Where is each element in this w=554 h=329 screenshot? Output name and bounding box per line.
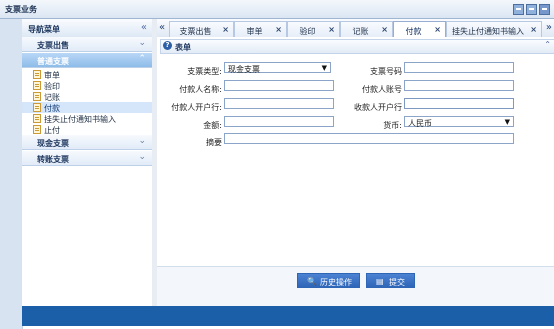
sidebar-item-loss-notice[interactable]: 挂失止付通知书输入: [22, 113, 152, 124]
form-footer: 🔍 历史操作 ▤ 提交: [157, 266, 554, 307]
close-icon[interactable]: ×: [275, 25, 282, 34]
sidebar-title: 导航菜单: [28, 25, 60, 34]
search-icon: 🔍: [307, 277, 317, 286]
window-titlebar: 支票业务: [0, 0, 554, 19]
chevron-down-icon[interactable]: ⌄: [138, 38, 146, 48]
form-title: 表单: [175, 43, 191, 52]
sidebar-item-seal-verify[interactable]: 验印: [22, 80, 152, 91]
payer-name-label: 付款人名称:: [179, 85, 222, 94]
tab-label: 支票出售: [179, 27, 212, 36]
currency-label: 货币:: [383, 121, 402, 130]
payee-bank-label: 收款人开户行: [354, 103, 402, 112]
tab-scroll-left-icon[interactable]: «: [159, 22, 165, 33]
payer-account-input[interactable]: [404, 80, 514, 91]
sidebar-group-label: 转账支票: [37, 155, 69, 164]
maximize-button[interactable]: [526, 4, 537, 15]
currency-value: 人民币: [408, 119, 432, 128]
tab-loss-notice[interactable]: 挂失止付通知书输入 ×: [446, 21, 542, 37]
minimize-button[interactable]: [513, 4, 524, 15]
payer-name-input[interactable]: [224, 80, 334, 91]
tab-seal-verify[interactable]: 验印 ×: [287, 21, 340, 37]
sidebar-group-label: 现金支票: [37, 139, 69, 148]
close-icon[interactable]: ×: [530, 25, 537, 34]
document-icon: [33, 92, 41, 101]
close-icon[interactable]: ×: [381, 25, 388, 34]
currency-select[interactable]: 人民币 ▼: [404, 116, 514, 128]
collapse-up-icon[interactable]: ⌃: [544, 40, 551, 49]
left-gutter: [0, 19, 23, 329]
sidebar-item-payment[interactable]: 付款: [22, 102, 152, 113]
sidebar: 导航菜单 « 支票出售 ⌄ 普通支票 ⌃ 审单 验印 记账 付款 挂失止付通知书…: [22, 19, 153, 306]
tab-bookkeeping[interactable]: 记账 ×: [340, 21, 393, 37]
sidebar-item-review[interactable]: 审单: [22, 69, 152, 80]
tab-review[interactable]: 审单 ×: [234, 21, 287, 37]
sidebar-item-stop-payment[interactable]: 止付: [22, 124, 152, 135]
tab-label: 挂失止付通知书输入: [452, 27, 524, 36]
tab-label: 付款: [405, 27, 422, 36]
memo-input[interactable]: [224, 133, 514, 144]
history-button-label: 历史操作: [320, 278, 352, 287]
amount-input[interactable]: [224, 116, 334, 127]
dropdown-arrow-icon[interactable]: ▼: [505, 118, 510, 126]
sidebar-item-bookkeeping[interactable]: 记账: [22, 91, 152, 102]
submit-button[interactable]: ▤ 提交: [366, 273, 415, 288]
document-icon: [33, 114, 41, 123]
sidebar-group-ordinary-check[interactable]: 普通支票 ⌃: [22, 53, 152, 68]
check-number-input[interactable]: [404, 62, 514, 73]
help-icon: ?: [163, 41, 172, 50]
tab-label: 记账: [352, 27, 369, 36]
close-icon[interactable]: ×: [222, 25, 229, 34]
close-button[interactable]: [539, 4, 550, 15]
chevron-up-icon[interactable]: ⌃: [138, 54, 146, 64]
check-type-value: 现金支票: [228, 65, 260, 74]
check-number-label: 支票号码: [370, 67, 402, 76]
form-header: ? 表单 ⌃: [160, 39, 554, 54]
close-icon[interactable]: ×: [328, 25, 335, 34]
check-type-label: 支票类型:: [187, 67, 222, 76]
document-icon: [33, 70, 41, 79]
tab-check-sale[interactable]: 支票出售 ×: [169, 21, 234, 37]
sidebar-group-transfer-check[interactable]: 转账支票 ⌄: [22, 151, 152, 166]
payer-bank-input[interactable]: [224, 98, 334, 109]
tab-scroll-right-icon[interactable]: »: [546, 22, 552, 33]
tab-label: 审单: [246, 27, 263, 36]
sidebar-group-label: 普通支票: [37, 57, 69, 66]
amount-label: 金额:: [203, 121, 222, 130]
document-icon: [33, 103, 41, 112]
collapse-left-icon[interactable]: «: [141, 22, 147, 33]
memo-label: 摘要: [206, 138, 222, 147]
form-panel: ? 表单 ⌃ 支票类型: 现金支票 ▼ 支票号码 付款人名称: 付款人账号 付款…: [157, 37, 554, 266]
chevron-down-icon[interactable]: ⌄: [138, 136, 146, 146]
status-bar: [22, 306, 554, 326]
chevron-down-icon[interactable]: ⌄: [138, 152, 146, 162]
dropdown-arrow-icon[interactable]: ▼: [322, 64, 327, 72]
payer-bank-label: 付款人开户行:: [171, 103, 222, 112]
tab-label: 验印: [299, 27, 316, 36]
sidebar-group-check-sale[interactable]: 支票出售 ⌄: [22, 37, 152, 52]
submit-icon: ▤: [376, 277, 384, 286]
document-icon: [33, 125, 41, 134]
tabs-bar: « 支票出售 × 审单 × 验印 × 记账 × 付款 × 挂失止付通知书输入 ×…: [157, 19, 554, 38]
close-icon[interactable]: ×: [434, 25, 441, 34]
history-button[interactable]: 🔍 历史操作: [297, 273, 360, 288]
sidebar-group-cash-check[interactable]: 现金支票 ⌄: [22, 135, 152, 150]
document-icon: [33, 81, 41, 90]
sidebar-group-label: 支票出售: [37, 41, 69, 50]
check-type-select[interactable]: 现金支票 ▼: [224, 62, 331, 74]
window-title: 支票业务: [5, 5, 37, 14]
payee-bank-input[interactable]: [404, 98, 514, 109]
sidebar-header: 导航菜单 «: [22, 19, 152, 38]
tab-payment[interactable]: 付款 ×: [393, 21, 446, 37]
payer-account-label: 付款人账号: [362, 85, 402, 94]
submit-button-label: 提交: [389, 278, 405, 287]
